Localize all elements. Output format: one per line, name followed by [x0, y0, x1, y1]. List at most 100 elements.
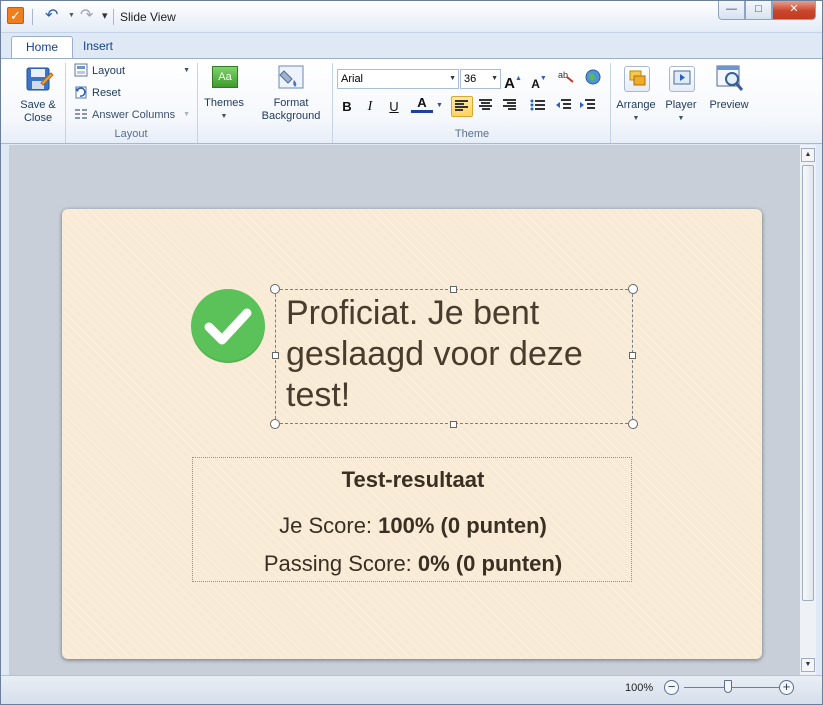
format-background-label-1: Format: [273, 97, 309, 109]
resize-handle-bottom-right[interactable]: [628, 419, 638, 429]
passing-score-value: 0% (0 punten): [417, 551, 563, 576]
align-center-button[interactable]: [475, 96, 497, 117]
player-button[interactable]: Player ▼: [660, 63, 702, 125]
save-close-icon: [22, 63, 54, 95]
resize-handle-top-left[interactable]: [270, 284, 280, 294]
arrange-dropdown-icon: ▼: [632, 115, 640, 122]
themes-dropdown-icon: ▼: [220, 113, 228, 120]
player-dropdown-icon: ▼: [677, 115, 685, 122]
resize-handle-top[interactable]: [450, 286, 457, 293]
ribbon-home: Save & Close Layout ▼ Reset Answer Colum…: [1, 58, 822, 144]
app-logo-icon[interactable]: ✓: [7, 7, 24, 24]
preview-label: Preview: [709, 99, 749, 111]
scroll-up-icon[interactable]: ▲: [801, 148, 815, 162]
themes-button[interactable]: Aa Themes ▼: [202, 63, 246, 123]
answer-columns-label: Answer Columns: [92, 109, 176, 121]
font-color-dropdown-icon[interactable]: ▼: [436, 102, 443, 109]
preview-button[interactable]: Preview: [706, 63, 752, 112]
globe-icon[interactable]: [582, 68, 604, 89]
grow-font-icon[interactable]: A▲: [502, 68, 524, 92]
window-controls: — □ ✕: [718, 1, 816, 21]
arrange-button[interactable]: Arrange ▼: [613, 63, 659, 125]
save-close-label-2: Close: [23, 112, 53, 124]
success-message[interactable]: Proficiat. Je bent geslaagd voor deze te…: [286, 293, 626, 416]
font-family-value: Arial: [341, 73, 364, 85]
vertical-scrollbar[interactable]: ▲ ▼: [799, 145, 816, 675]
title-bar: ✓ ↶ ▼ ↷ ▾ Slide View — □ ✕: [1, 1, 822, 33]
scroll-down-icon[interactable]: ▼: [801, 658, 815, 672]
format-background-label-2: Background: [261, 110, 321, 122]
theme-group-label: Theme: [454, 128, 490, 140]
layout-button[interactable]: Layout ▼: [74, 62, 192, 80]
tab-insert[interactable]: Insert: [69, 36, 127, 59]
answer-columns-icon: [74, 107, 88, 121]
slide[interactable]: [62, 209, 762, 659]
undo-dropdown-icon[interactable]: ▼: [68, 12, 75, 19]
passing-score-label: Passing Score:: [263, 551, 412, 576]
customize-quick-access-icon[interactable]: ▾: [102, 7, 108, 25]
zoom-slider-thumb[interactable]: [724, 680, 732, 693]
themes-label: Themes: [204, 97, 244, 109]
font-size-dropdown-icon: ▼: [491, 75, 498, 82]
align-right-button[interactable]: [499, 96, 521, 117]
tab-home[interactable]: Home: [11, 36, 74, 59]
zoom-in-icon[interactable]: +: [779, 680, 794, 695]
format-background-button[interactable]: Format Background: [255, 63, 327, 123]
resize-handle-left[interactable]: [272, 352, 279, 359]
maximize-button[interactable]: □: [745, 1, 772, 20]
minimize-button[interactable]: —: [718, 1, 745, 20]
score-value: 100% (0 punten): [378, 513, 547, 538]
resize-handle-top-right[interactable]: [628, 284, 638, 294]
redo-icon[interactable]: ↷: [80, 7, 93, 25]
answer-columns-button[interactable]: Answer Columns ▼: [74, 106, 192, 124]
arrange-icon: [620, 63, 652, 93]
format-background-icon: [275, 63, 307, 91]
bullets-button[interactable]: [527, 96, 549, 117]
save-close-label-1: Save &: [20, 99, 56, 111]
increase-indent-button[interactable]: [576, 96, 598, 117]
score-line: Je Score: 100% (0 punten): [193, 513, 633, 539]
preview-icon: [713, 63, 745, 93]
zoom-slider-track[interactable]: [684, 687, 780, 688]
arrange-label: Arrange: [616, 99, 656, 111]
window-title: Slide View: [120, 10, 176, 24]
resize-handle-bottom-left[interactable]: [270, 419, 280, 429]
font-size-select[interactable]: 36 ▼: [460, 69, 501, 89]
reset-button[interactable]: Reset: [74, 84, 121, 102]
bold-button[interactable]: B: [336, 96, 358, 117]
group-separator: [610, 63, 611, 143]
close-button[interactable]: ✕: [772, 1, 816, 20]
svg-text:ab: ab: [558, 70, 568, 80]
font-family-select[interactable]: Arial ▼: [337, 69, 459, 89]
undo-icon[interactable]: ↶: [45, 7, 58, 25]
player-label: Player: [665, 99, 697, 111]
answer-columns-dropdown-icon: ▼: [183, 111, 190, 118]
clear-format-icon[interactable]: ab: [555, 68, 577, 89]
player-icon: [665, 63, 697, 93]
underline-button[interactable]: U: [383, 96, 405, 117]
layout-label: Layout: [92, 65, 126, 77]
shrink-font-icon[interactable]: A▼: [528, 68, 550, 91]
ribbon-tabs: Home Insert: [1, 33, 822, 59]
title-separator: [113, 9, 114, 25]
font-color-button[interactable]: A: [411, 94, 433, 113]
results-box[interactable]: Test-resultaat Je Score: 100% (0 punten)…: [192, 457, 632, 582]
scroll-thumb[interactable]: [802, 165, 814, 601]
results-title: Test-resultaat: [341, 467, 485, 492]
status-bar: 100% − +: [1, 675, 822, 704]
layout-dropdown-icon: ▼: [183, 67, 190, 74]
zoom-out-icon[interactable]: −: [664, 680, 679, 695]
save-close-button[interactable]: Save & Close: [15, 63, 61, 125]
reset-icon: [74, 85, 88, 99]
layout-icon: [74, 63, 88, 77]
quick-access-separator: [32, 9, 33, 25]
success-check-icon[interactable]: [191, 289, 265, 363]
align-left-button[interactable]: [451, 96, 473, 117]
resize-handle-right[interactable]: [629, 352, 636, 359]
themes-icon-tile: Aa: [212, 66, 238, 88]
resize-handle-bottom[interactable]: [450, 421, 457, 428]
group-separator: [197, 63, 198, 143]
font-family-dropdown-icon: ▼: [449, 75, 456, 82]
italic-button[interactable]: I: [359, 96, 381, 117]
decrease-indent-button[interactable]: [552, 96, 574, 117]
